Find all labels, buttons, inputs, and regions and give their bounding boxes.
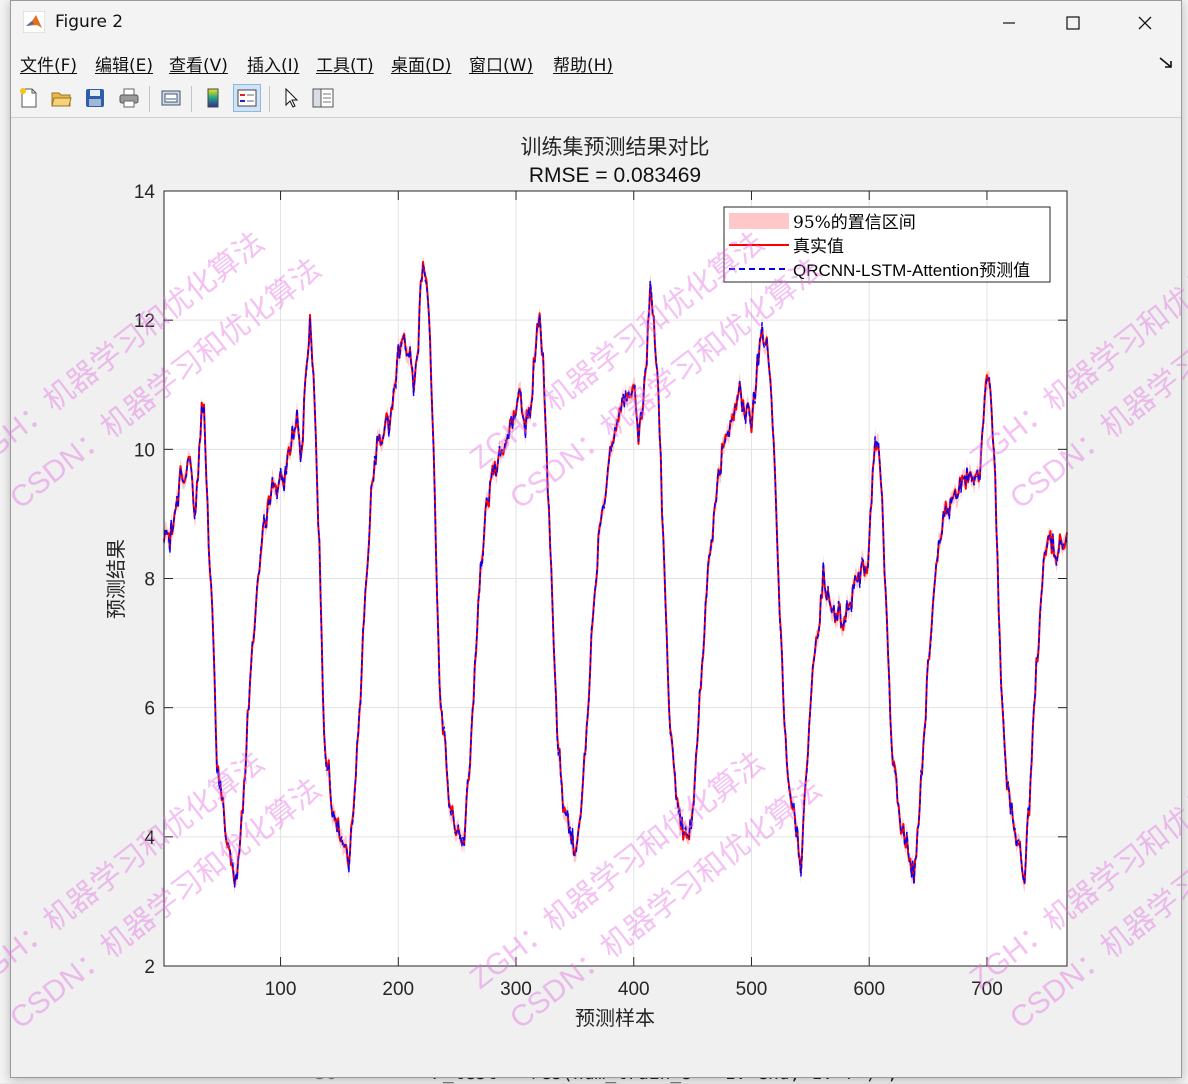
maximize-button[interactable] — [1041, 1, 1105, 45]
y-tick-label: 14 — [134, 182, 156, 203]
link-plot-button[interactable] — [157, 84, 185, 112]
menu-insert[interactable]: 插入(I) — [247, 51, 299, 76]
minimize-icon — [1003, 22, 1015, 24]
chart: 100 200 300 400 500 600 700 2 4 6 8 10 12 14 训练集预测结果对… — [104, 135, 1068, 1030]
dock-arrow-icon[interactable] — [1159, 57, 1173, 69]
y-tick-label: 8 — [144, 570, 155, 591]
edit-plot-button[interactable] — [277, 84, 305, 112]
x-tick-label: 700 — [971, 979, 1003, 1000]
y-tick-label: 12 — [134, 311, 155, 332]
chart-subtitle: RMSE = 0.083469 — [529, 164, 701, 187]
window-title: Figure 2 — [55, 12, 124, 32]
matlab-logo-icon — [23, 11, 45, 33]
x-tick-label: 300 — [500, 979, 532, 1000]
y-tick-label: 10 — [134, 440, 155, 461]
insert-colorbar-button[interactable] — [199, 84, 227, 112]
link-plot-icon — [161, 90, 181, 106]
legend-label-pred: QRCNN-LSTM-Attention预测值 — [793, 261, 1030, 280]
new-figure-button[interactable] — [15, 84, 43, 112]
legend[interactable]: 95%的置信区间 真实值 QRCNN-LSTM-Attention预测值 — [723, 206, 1051, 283]
property-inspector-button[interactable] — [309, 84, 337, 112]
x-tick-label: 200 — [382, 979, 414, 1000]
x-axis-label: 预测样本 — [575, 1006, 655, 1030]
save-icon — [86, 89, 104, 107]
open-file-button[interactable] — [47, 84, 75, 112]
save-button[interactable] — [81, 84, 109, 112]
y-tick-label: 4 — [144, 828, 155, 849]
open-file-icon — [51, 92, 72, 107]
figure-canvas[interactable]: 100 200 300 400 500 600 700 2 4 6 8 10 12 14 训练集预测结果对… — [11, 118, 1181, 1077]
legend-label-true: 真实值 — [793, 237, 844, 257]
chart-title: 训练集预测结果对比 — [521, 135, 710, 159]
x-tick-label: 500 — [736, 979, 768, 1000]
menu-tools[interactable]: 工具(T) — [316, 51, 374, 76]
menu-file[interactable]: 文件(F) — [20, 51, 77, 76]
property-inspector-icon — [312, 88, 334, 108]
x-tick-label: 600 — [853, 979, 885, 1000]
menu-help[interactable]: 帮助(H) — [553, 51, 613, 76]
figure-window: Figure 2 文件(F) 编辑(E) 查看(V) 插入(I) 工具(T) 桌… — [10, 0, 1182, 1078]
legend-label-band: 95%的置信区间 — [793, 213, 916, 233]
y-tick-label: 6 — [144, 699, 155, 720]
x-tick-label: 100 — [265, 979, 297, 1000]
close-icon — [1138, 16, 1152, 30]
y-axis-label: 预测结果 — [104, 539, 128, 619]
legend-swatch-band — [729, 213, 789, 229]
print-button[interactable] — [115, 84, 143, 112]
insert-colorbar-icon — [207, 88, 219, 108]
menu-window[interactable]: 窗口(W) — [469, 51, 533, 76]
title-bar[interactable]: Figure 2 — [11, 1, 1181, 45]
print-icon — [119, 88, 139, 108]
menu-edit[interactable]: 编辑(E) — [95, 51, 153, 76]
y-tick-label: 2 — [144, 957, 155, 978]
menu-bar: 文件(F) 编辑(E) 查看(V) 插入(I) 工具(T) 桌面(D) 窗口(W… — [11, 45, 1181, 79]
edit-plot-icon — [285, 87, 299, 108]
tool-bar — [11, 79, 1181, 118]
x-tick-label: 400 — [618, 979, 650, 1000]
menu-desktop[interactable]: 桌面(D) — [391, 51, 451, 76]
new-figure-icon — [20, 88, 37, 108]
insert-legend-icon — [237, 89, 257, 107]
close-button[interactable] — [1113, 1, 1177, 45]
menu-view[interactable]: 查看(V) — [169, 51, 228, 76]
minimize-button[interactable] — [977, 1, 1041, 45]
maximize-icon — [1066, 16, 1080, 30]
insert-legend-button[interactable] — [233, 84, 261, 112]
